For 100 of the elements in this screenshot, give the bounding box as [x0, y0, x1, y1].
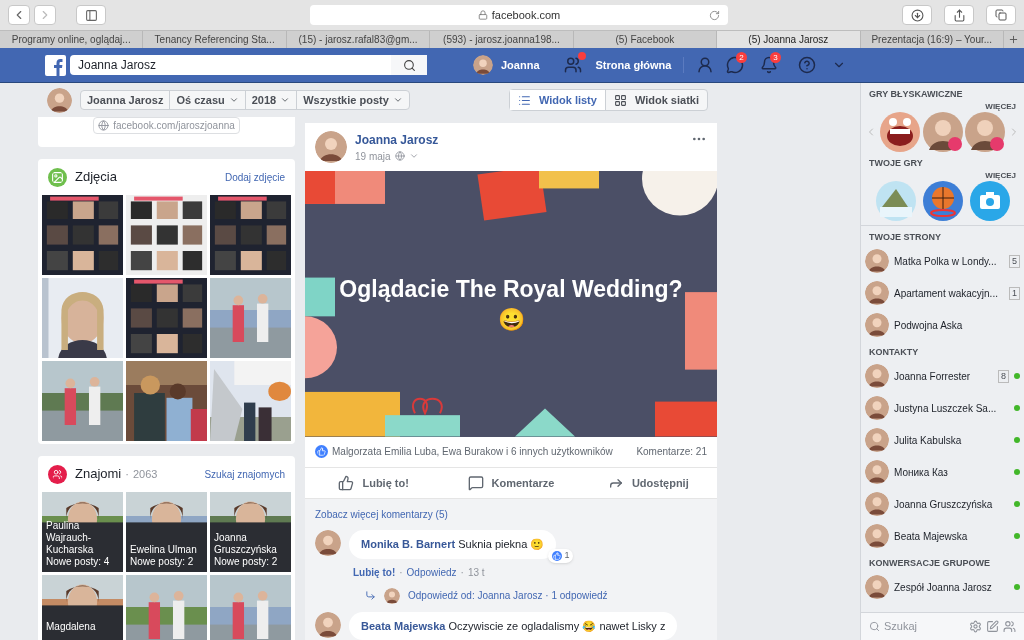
comment-like-link[interactable]: Lubię to!: [353, 564, 396, 580]
count-badge: 1: [1009, 286, 1020, 300]
download-icon: [910, 8, 924, 22]
browser-tab[interactable]: (5) Joanna Jarosz: [717, 31, 861, 48]
view-toggle[interactable]: Widok listy: [509, 90, 606, 110]
section-title: KONWERSACJE GRUPOWE: [868, 557, 991, 570]
contact-item[interactable]: Beata Majewska: [861, 520, 1024, 552]
post-caption: Oglądacie The Royal Wedding?: [339, 277, 683, 301]
address-bar[interactable]: facebook.com: [310, 5, 728, 25]
share-button[interactable]: [944, 5, 974, 25]
logo-icon[interactable]: [45, 54, 66, 76]
globe-icon[interactable]: [394, 151, 405, 162]
friend-requests-icon[interactable]: [563, 56, 582, 74]
sidebar-icon: [84, 8, 98, 22]
section-title: GRY BŁYSKAWICZNE: [868, 88, 964, 101]
new-posts-count: Nowe posty: 4: [46, 556, 111, 568]
tabs-button[interactable]: [986, 5, 1016, 25]
search-input[interactable]: Joanna Jarosz: [78, 56, 391, 74]
avatar: [865, 313, 889, 337]
contact-name: Beata Majewska: [894, 529, 968, 544]
contact-item[interactable]: Joanna Forrester 8: [861, 360, 1024, 392]
friend-name: Paulina Wajrauch-Kucharska: [46, 520, 95, 556]
messenger-icon[interactable]: [726, 56, 745, 74]
more-link[interactable]: WIĘCEJ: [985, 171, 1024, 181]
avatar: [315, 530, 341, 556]
timeline-filter[interactable]: 2018: [245, 91, 298, 109]
post-action-button[interactable]: Lubię to!: [305, 474, 443, 492]
avatar: [865, 460, 889, 484]
avatar: [865, 428, 889, 452]
emoji: 😀: [497, 308, 525, 331]
count-badge: 8: [998, 369, 1009, 383]
reply-link[interactable]: Odpowiedz: [406, 564, 457, 580]
settings-icon[interactable]: [969, 620, 982, 633]
caret-icon: [392, 95, 403, 105]
contact-item[interactable]: Podwojna Aska: [861, 309, 1024, 341]
view-toggle[interactable]: Widok siatki: [605, 90, 707, 110]
profile-link[interactable]: Joanna: [501, 56, 540, 74]
avatar[interactable]: [922, 112, 963, 152]
avatar: [384, 587, 400, 604]
contact-item[interactable]: Justyna Luszczek Sa...: [861, 392, 1024, 424]
forward-button[interactable]: [34, 5, 56, 25]
separator: ·: [460, 565, 464, 580]
like-reaction-icon: [315, 445, 328, 459]
post-author[interactable]: Joanna Jarosz: [355, 130, 683, 149]
add-photo-link[interactable]: Dodaj zdjęcie: [224, 169, 285, 185]
count-badge: 5: [1009, 254, 1020, 268]
contact-name: Apartament wakacyjn...: [894, 286, 998, 301]
comment-text: Monika B. Barnert Suknia piekna 🙂: [361, 538, 545, 550]
avatar: [865, 249, 889, 273]
timeline-filter[interactable]: Wszystkie posty: [297, 91, 409, 109]
search-icon: [869, 621, 880, 632]
globe-icon: [98, 120, 110, 131]
contact-item[interactable]: Моника Каз: [861, 456, 1024, 488]
compose-icon[interactable]: [986, 620, 999, 633]
contact-item[interactable]: Apartament wakacyjn... 1: [861, 277, 1024, 309]
download-button[interactable]: [902, 5, 932, 25]
avatar[interactable]: [965, 112, 1006, 152]
plus-icon: [1008, 34, 1020, 45]
group-icon[interactable]: [1003, 620, 1016, 633]
chat-search-input[interactable]: Szukaj: [884, 618, 954, 635]
more-comments-link[interactable]: Zobacz więcej komentarzy (5): [315, 507, 707, 522]
back-button[interactable]: [8, 5, 30, 25]
comments-count[interactable]: Komentarze: 21: [636, 444, 707, 460]
reaction-count[interactable]: 1: [548, 549, 574, 563]
camera-app-icon[interactable]: [969, 181, 1010, 221]
timeline-filter[interactable]: Joanna Jarosz: [81, 91, 171, 109]
more-link[interactable]: WIĘCEJ: [985, 102, 1024, 112]
search-field[interactable]: Joanna Jarosz: [70, 55, 427, 75]
reply-arrow-icon: [365, 590, 376, 601]
home-link[interactable]: Strona główna: [595, 56, 685, 74]
replies-link[interactable]: Odpowiedź od: Joanna Jarosz · 1 odpowiedź: [408, 588, 608, 603]
contact-item[interactable]: Joanna Gruszczyńska: [861, 488, 1024, 520]
monster-game-icon[interactable]: [879, 112, 920, 152]
contact-item[interactable]: Zespół Joanna Jarosz: [861, 571, 1024, 603]
search-icon[interactable]: [402, 58, 416, 72]
share-icon: [952, 8, 966, 22]
section-title: KONTAKTY: [868, 346, 920, 359]
contact-item[interactable]: Matka Polka w Londy... 5: [861, 245, 1024, 277]
likes-summary[interactable]: Malgorzata Emilia Luba, Ewa Burakow i 6 innych użytkowników: [332, 444, 633, 460]
separator: ·: [399, 565, 403, 580]
basketball-game-icon[interactable]: [922, 181, 963, 221]
post-action-button[interactable]: Udostępnij: [579, 474, 717, 492]
messages-badge: 2: [736, 52, 747, 63]
help-icon[interactable]: [798, 56, 817, 74]
contact-item[interactable]: Julita Kabulska: [861, 424, 1024, 456]
notifications-badge: 3: [770, 52, 781, 63]
notifications-icon[interactable]: [760, 56, 779, 74]
contact-name: Joanna Forrester: [894, 369, 971, 384]
photos-icon: [48, 167, 67, 187]
friend-count: 2063: [132, 466, 158, 482]
friends-icon[interactable]: [696, 56, 715, 74]
card-title: Znajomi: [75, 465, 122, 484]
find-friends-link[interactable]: Szukaj znajomych: [204, 466, 285, 482]
sidebar-button[interactable]: [76, 5, 106, 25]
timeline-filter[interactable]: Oś czasu: [170, 91, 246, 109]
contact-name: Joanna Gruszczyńska: [894, 497, 993, 512]
reload-icon[interactable]: [709, 9, 720, 21]
contact-name: Julita Kabulska: [894, 433, 962, 448]
section-title: TWOJE GRY: [868, 157, 924, 170]
post-action-button[interactable]: Komentarze: [442, 474, 580, 492]
